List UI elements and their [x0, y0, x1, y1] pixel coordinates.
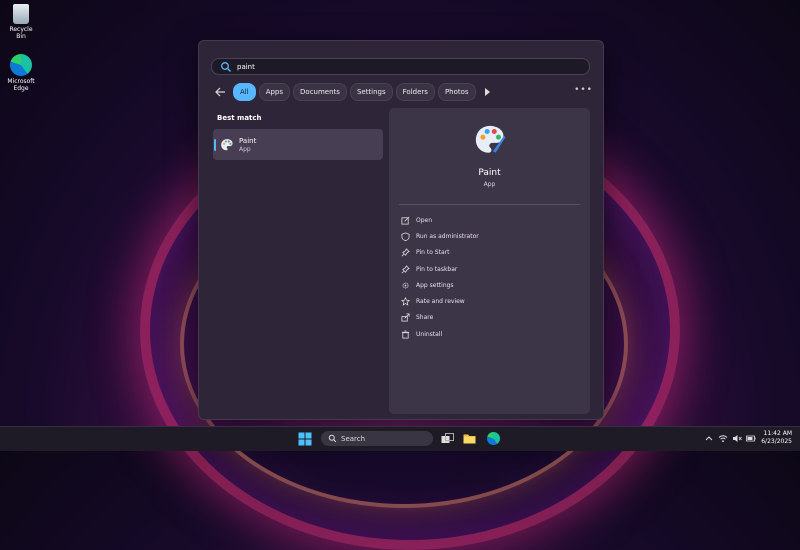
- result-type: App: [239, 145, 251, 153]
- action-run-as-admin[interactable]: Run as administrator: [401, 228, 479, 244]
- selection-indicator: [214, 138, 216, 151]
- action-share[interactable]: Share: [401, 310, 479, 326]
- more-filters-arrow-icon[interactable]: [484, 88, 490, 96]
- search-box[interactable]: [211, 58, 590, 75]
- clock-time: 11:42 AM: [763, 430, 792, 437]
- clock[interactable]: 11:42 AM 6/23/2025: [758, 430, 792, 446]
- filter-documents[interactable]: Documents: [293, 83, 347, 101]
- edge-icon: [10, 54, 32, 76]
- result-item-paint[interactable]: Paint App: [213, 129, 383, 160]
- shield-icon: [401, 232, 410, 241]
- share-icon: [401, 313, 410, 322]
- start-button[interactable]: [298, 432, 312, 446]
- back-arrow-icon[interactable]: [213, 85, 227, 99]
- action-list: Open Run as administrator Pin to Start P…: [401, 212, 479, 342]
- edge-taskbar-icon[interactable]: [487, 432, 500, 445]
- task-view-icon[interactable]: [441, 433, 454, 444]
- star-icon: [401, 297, 410, 306]
- action-open[interactable]: Open: [401, 212, 479, 228]
- action-label: Share: [416, 314, 434, 322]
- search-panel: All Apps Documents Settings Folders Phot…: [198, 40, 604, 420]
- action-uninstall[interactable]: Uninstall: [401, 326, 479, 342]
- taskbar-search[interactable]: Search: [321, 431, 433, 446]
- clock-date: 6/23/2025: [761, 438, 792, 445]
- paint-palette-icon: [475, 125, 506, 153]
- open-icon: [401, 216, 410, 225]
- chevron-up-icon[interactable]: [704, 434, 714, 443]
- filter-settings[interactable]: Settings: [349, 83, 393, 101]
- action-label: App settings: [416, 281, 454, 289]
- desktop-icon-label: Microsoft Edge: [7, 78, 35, 92]
- best-match-heading: Best match: [217, 114, 262, 122]
- file-explorer-icon[interactable]: [463, 433, 476, 444]
- more-options-icon[interactable]: •••: [574, 85, 593, 95]
- wifi-icon[interactable]: [718, 434, 728, 443]
- action-pin-to-taskbar[interactable]: Pin to taskbar: [401, 261, 479, 277]
- recycle-bin-icon: [13, 4, 29, 24]
- filter-folders[interactable]: Folders: [395, 83, 435, 101]
- search-icon: [221, 61, 231, 72]
- result-name: Paint: [239, 136, 257, 145]
- pin-icon: [401, 264, 410, 273]
- search-input[interactable]: [235, 61, 539, 72]
- filter-apps[interactable]: Apps: [258, 83, 291, 101]
- paint-palette-icon: [221, 138, 233, 150]
- system-tray: [704, 434, 760, 443]
- trash-icon: [401, 330, 410, 339]
- filter-photos[interactable]: Photos: [437, 83, 476, 101]
- action-label: Open: [416, 216, 433, 224]
- desktop-icon-recycle-bin[interactable]: Recycle Bin: [4, 4, 38, 40]
- volume-mute-icon[interactable]: [732, 434, 742, 443]
- desktop-icon-edge[interactable]: Microsoft Edge: [4, 54, 38, 92]
- gear-icon: [402, 282, 409, 289]
- action-label: Pin to taskbar: [416, 265, 458, 273]
- divider: [399, 204, 580, 205]
- action-app-settings[interactable]: App settings: [401, 277, 479, 293]
- detail-app-name: Paint: [478, 168, 501, 178]
- action-label: Run as administrator: [416, 232, 479, 240]
- desktop-icon-label: Recycle Bin: [9, 26, 33, 40]
- action-pin-to-start[interactable]: Pin to Start: [401, 245, 479, 261]
- action-label: Uninstall: [416, 330, 443, 338]
- detail-pane: Paint App Open Run as administrator Pin …: [389, 108, 590, 414]
- action-label: Pin to Start: [416, 249, 450, 257]
- action-label: Rate and review: [416, 298, 465, 306]
- battery-icon[interactable]: [746, 434, 756, 443]
- taskbar: Search 11:42 AM 6/23/2025: [0, 426, 800, 451]
- search-icon: [328, 434, 337, 443]
- taskbar-search-label: Search: [341, 434, 366, 443]
- detail-app-type: App: [483, 181, 496, 188]
- filter-all[interactable]: All: [233, 83, 256, 101]
- pin-icon: [401, 248, 410, 257]
- action-rate-review[interactable]: Rate and review: [401, 293, 479, 309]
- filter-bar: All Apps Documents Settings Folders Phot…: [213, 83, 593, 101]
